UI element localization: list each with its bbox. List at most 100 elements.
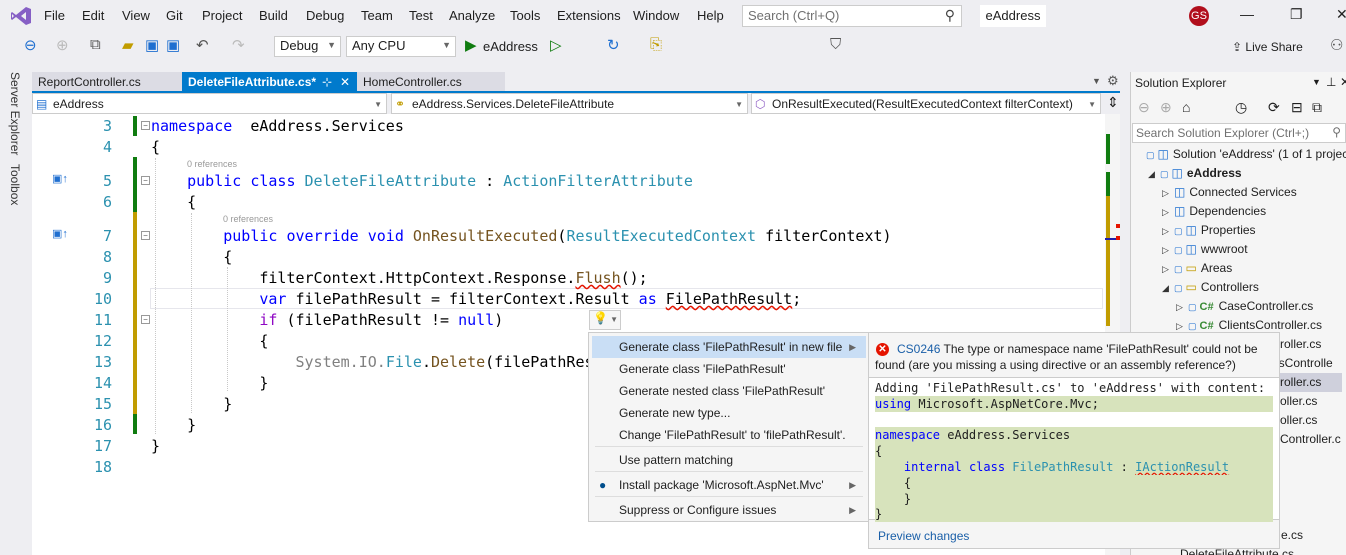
menu-project[interactable]: Project	[202, 8, 242, 23]
collapse-icon[interactable]: −	[141, 231, 150, 240]
history-icon[interactable]: ◷	[1235, 99, 1247, 116]
panel-menu-icon[interactable]: ▼	[1312, 77, 1321, 87]
find-in-files-icon[interactable]: ⎘	[650, 36, 662, 53]
menu-edit[interactable]: Edit	[82, 8, 104, 23]
tree-item[interactable]: ▢ ◫ Solution 'eAddress' (1 of 1 project	[1134, 145, 1346, 164]
tree-item[interactable]: ◢ ▢ ▭ Controllers	[1162, 278, 1259, 297]
tree-item[interactable]: ▷ ▢ C# CaseController.cs	[1176, 297, 1313, 316]
refresh-icon[interactable]: ↻	[607, 36, 620, 54]
quick-action-item[interactable]: Use pattern matching	[592, 449, 866, 471]
collapse-icon[interactable]: −	[141, 121, 150, 130]
undo-icon[interactable]: ↶	[196, 36, 209, 54]
server-explorer-tab[interactable]: Server Explorer	[8, 72, 22, 155]
menu-window[interactable]: Window	[633, 8, 679, 23]
pin-icon[interactable]: ⊥	[1326, 75, 1336, 89]
restore-icon[interactable]: ❐	[1290, 6, 1303, 23]
menu-build[interactable]: Build	[259, 8, 288, 23]
collapse-icon[interactable]: ◢	[1148, 165, 1160, 184]
feedback-icon[interactable]: ⚇	[1330, 36, 1343, 54]
menu-analyze[interactable]: Analyze	[449, 8, 495, 23]
gear-icon[interactable]: ⚙	[1107, 73, 1119, 89]
close-tab-icon[interactable]: ✕	[340, 72, 350, 92]
expand-icon[interactable]: ▷	[1176, 298, 1188, 317]
tree-item[interactable]: ▷ ◫ Dependencies	[1162, 202, 1266, 221]
code-lens-references[interactable]: 0 references	[187, 159, 237, 169]
menu-tools[interactable]: Tools	[510, 8, 540, 23]
collapse-all-icon[interactable]: ⊟	[1291, 99, 1303, 116]
code-line[interactable]: if (filePathResult != null)	[151, 310, 503, 331]
code-line[interactable]: }	[151, 415, 196, 436]
expand-icon[interactable]: ▷	[1162, 241, 1174, 260]
bookmark-icon[interactable]: ⛉	[830, 36, 841, 53]
code-line[interactable]: var filePathResult = filterContext.Resul…	[151, 289, 801, 310]
save-icon[interactable]: ▣	[145, 36, 159, 54]
collapse-icon[interactable]: −	[141, 315, 150, 324]
override-margin-icon[interactable]: ▣↑	[52, 172, 68, 185]
home-icon[interactable]: ⌂	[1182, 99, 1190, 115]
tree-item-partial[interactable]: nsControlle	[1272, 354, 1333, 373]
solution-search-input[interactable]: Search Solution Explorer (Ctrl+;) ⚲	[1132, 123, 1346, 143]
code-line[interactable]: public class DeleteFileAttribute : Actio…	[151, 171, 693, 192]
tree-item-partial[interactable]: e.cs	[1281, 526, 1303, 545]
run-target-button[interactable]: eAddress	[483, 39, 538, 54]
minimize-icon[interactable]: —	[1240, 6, 1254, 22]
tree-item-partial[interactable]: oller.cs	[1280, 392, 1317, 411]
collapse-icon[interactable]: ◢	[1162, 279, 1174, 298]
quick-action-item[interactable]: Generate class 'FilePathResult' in new f…	[592, 336, 866, 358]
new-project-icon[interactable]: ⧉	[90, 36, 101, 53]
start-icon[interactable]: ▶	[465, 36, 477, 54]
quick-action-item[interactable]: Generate nested class 'FilePathResult'	[592, 380, 866, 402]
tab-report-controller[interactable]: ReportController.cs	[32, 72, 182, 92]
error-code-link[interactable]: CS0246	[897, 342, 940, 356]
code-lens-references[interactable]: 0 references	[223, 214, 273, 224]
expand-icon[interactable]: ▷	[1162, 260, 1174, 279]
tree-item[interactable]: ◢ ▢ ◫ eAddress	[1148, 164, 1242, 183]
menu-team[interactable]: Team	[361, 8, 393, 23]
project-nav-select[interactable]: ▤ eAddress ▼	[32, 93, 387, 114]
save-all-icon[interactable]: ▣	[166, 36, 180, 54]
redo-icon[interactable]: ↷	[232, 36, 245, 54]
type-nav-select[interactable]: ⚭ eAddress.Services.DeleteFileAttribute ▼	[391, 93, 748, 114]
toolbox-tab[interactable]: Toolbox	[8, 164, 22, 205]
forward-icon[interactable]: ⊕	[56, 36, 69, 54]
code-line[interactable]: namespace eAddress.Services	[151, 116, 404, 137]
code-line[interactable]: {	[151, 331, 268, 352]
menu-help[interactable]: Help	[697, 8, 724, 23]
split-editor-icon[interactable]: ⇕	[1107, 94, 1119, 111]
quick-action-item[interactable]: Generate new type...	[592, 402, 866, 424]
tab-delete-file-attribute[interactable]: DeleteFileAttribute.cs* ⊹ ✕	[182, 72, 357, 92]
code-line[interactable]: }	[151, 436, 160, 457]
visual-studio-logo[interactable]	[10, 6, 32, 26]
platform-select[interactable]: Any CPU ▼	[346, 36, 456, 57]
live-share-button[interactable]: ⇪ Live Share	[1232, 40, 1303, 54]
code-line[interactable]: public override void OnResultExecuted(Re…	[151, 226, 891, 247]
tree-item[interactable]: ▷ ▢ ◫ wwwroot	[1162, 240, 1248, 259]
tree-item-partial[interactable]: oller.cs	[1280, 411, 1317, 430]
code-line[interactable]: }	[151, 373, 268, 394]
quick-actions-lightbulb[interactable]: 💡 ▼	[589, 310, 621, 330]
start-without-debugging-icon[interactable]: ▷	[550, 36, 562, 54]
tree-item[interactable]: ▷ ◫ Connected Services	[1162, 183, 1297, 202]
tab-list-dropdown-icon[interactable]: ▼	[1092, 76, 1101, 86]
expand-icon[interactable]: ▷	[1162, 203, 1174, 222]
quick-action-item[interactable]: Suppress or Configure issues ▶	[592, 499, 866, 521]
close-icon[interactable]: ✕	[1336, 6, 1346, 23]
quick-action-item[interactable]: Generate class 'FilePathResult'	[592, 358, 866, 380]
menu-git[interactable]: Git	[166, 8, 183, 23]
menu-file[interactable]: File	[44, 8, 65, 23]
menu-test[interactable]: Test	[409, 8, 433, 23]
code-line[interactable]: {	[151, 192, 196, 213]
back-icon[interactable]: ⊖	[24, 36, 37, 54]
tree-item-partial[interactable]: Controller.c	[1280, 430, 1341, 449]
tab-home-controller[interactable]: HomeController.cs	[357, 72, 505, 92]
menu-view[interactable]: View	[122, 8, 150, 23]
expand-icon[interactable]: ▷	[1162, 184, 1174, 203]
override-margin-icon[interactable]: ▣↑	[52, 227, 68, 240]
close-icon[interactable]: ✕	[1340, 75, 1346, 89]
preview-changes-link[interactable]: Preview changes	[878, 529, 969, 543]
back-icon[interactable]: ⊖	[1138, 99, 1150, 116]
code-line[interactable]: filterContext.HttpContext.Response.Flush…	[151, 268, 647, 289]
tree-item-partial[interactable]: roller.cs	[1280, 373, 1342, 392]
show-all-files-icon[interactable]: ⧉	[1312, 99, 1322, 116]
tree-item-partial[interactable]: roller.cs	[1280, 335, 1321, 354]
